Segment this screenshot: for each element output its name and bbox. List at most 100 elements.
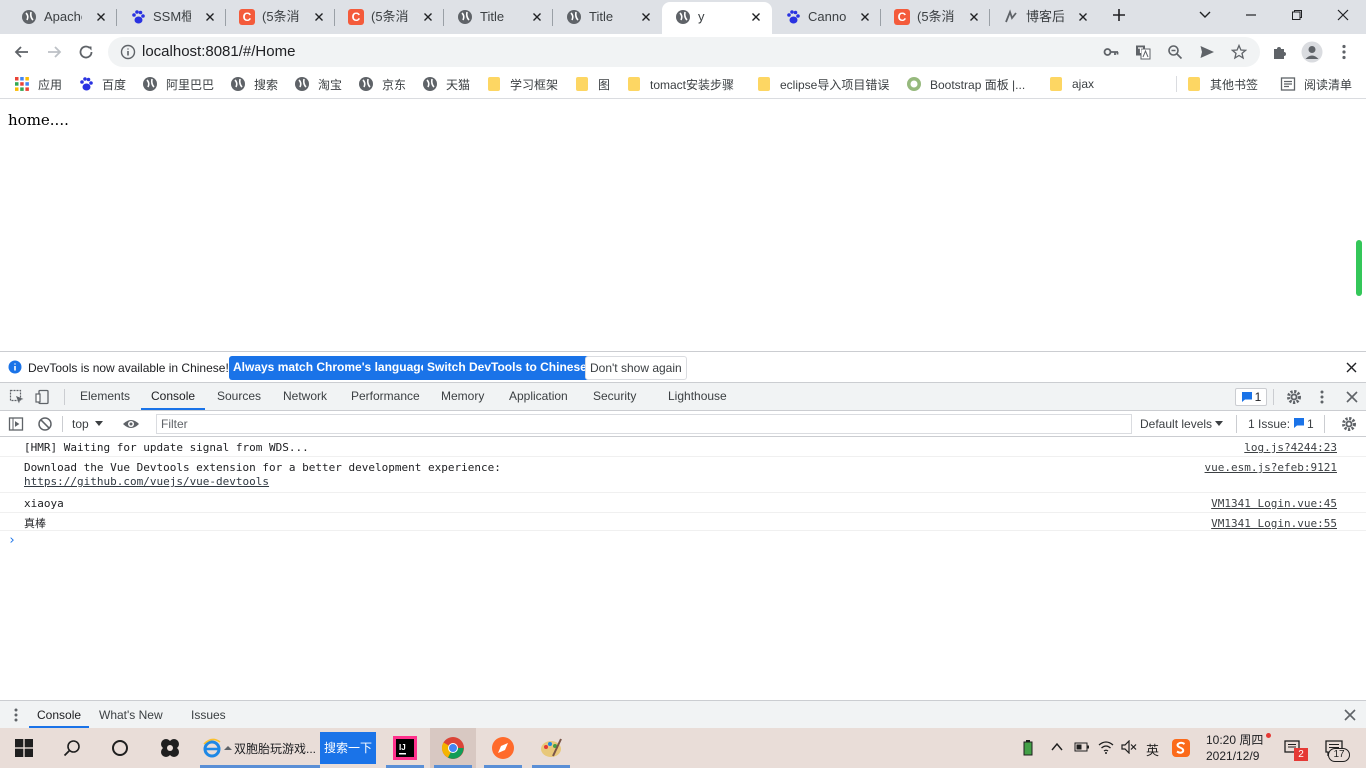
bookmark-jd[interactable]: 京东: [358, 75, 406, 93]
close-window-button[interactable]: [1320, 0, 1366, 30]
switch-language-button[interactable]: Switch DevTools to Chinese: [423, 356, 591, 380]
bookmark-folder[interactable]: ajax: [1048, 75, 1094, 93]
filter-input[interactable]: Filter: [156, 414, 1132, 434]
taskbar-app-orange[interactable]: [480, 728, 526, 768]
issues-counter[interactable]: 1: [1235, 388, 1267, 406]
gear-icon[interactable]: [1341, 416, 1357, 432]
sidebar-toggle-icon[interactable]: [8, 416, 24, 432]
bookmark-folder[interactable]: 学习框架: [486, 75, 558, 93]
drawer-tab-whats-new[interactable]: What's New: [99, 701, 163, 729]
close-icon[interactable]: [638, 9, 654, 25]
ime-indicator[interactable]: 英: [1146, 740, 1159, 759]
other-bookmarks[interactable]: 其他书签: [1186, 75, 1258, 93]
tab-search-button[interactable]: [1182, 0, 1228, 30]
system-clock[interactable]: 10:20 周四 2021/12/9: [1206, 732, 1263, 764]
device-toolbar-icon[interactable]: [34, 388, 52, 406]
forward-button[interactable]: [40, 38, 68, 66]
browser-tab[interactable]: Title: [444, 0, 553, 34]
close-icon[interactable]: [1075, 9, 1091, 25]
info-icon[interactable]: [120, 44, 136, 60]
star-icon[interactable]: [1231, 44, 1247, 60]
back-button[interactable]: [8, 38, 36, 66]
browser-tab[interactable]: Title: [553, 0, 662, 34]
browser-tab[interactable]: SSM框架: [117, 0, 226, 34]
browser-tab[interactable]: C (5条消息: [881, 0, 990, 34]
url-text[interactable]: localhost:8081/#/Home: [142, 44, 295, 60]
close-icon[interactable]: [529, 9, 545, 25]
close-icon[interactable]: [420, 9, 436, 25]
profile-button[interactable]: [1298, 38, 1326, 66]
taskbar-window-title[interactable]: 双胞胎玩游戏...: [234, 740, 316, 757]
log-source-link[interactable]: vue.esm.js?efeb:9121: [1205, 461, 1337, 475]
caret-down-icon[interactable]: [95, 420, 103, 428]
key-icon[interactable]: [1103, 44, 1119, 60]
browser-tab[interactable]: Apache: [8, 0, 117, 34]
bookmark-bootstrap[interactable]: Bootstrap 面板 |...: [906, 75, 1025, 93]
taskbar-search-button[interactable]: [48, 728, 96, 768]
menu-button[interactable]: [1330, 38, 1358, 66]
tab-application[interactable]: Application: [509, 383, 568, 410]
translate-icon[interactable]: [1135, 44, 1151, 60]
close-icon[interactable]: [857, 9, 873, 25]
start-button[interactable]: [0, 728, 48, 768]
caret-down-icon[interactable]: [1215, 420, 1223, 428]
sogou-ime-icon[interactable]: [1172, 739, 1190, 757]
chevron-up-icon[interactable]: [1050, 740, 1064, 754]
kebab-menu-icon[interactable]: [1313, 388, 1331, 406]
extensions-button[interactable]: [1266, 38, 1294, 66]
close-icon[interactable]: [1344, 709, 1356, 721]
new-tab-button[interactable]: [1104, 0, 1134, 30]
close-icon[interactable]: [748, 9, 764, 25]
browser-tab[interactable]: Cannot: [772, 0, 881, 34]
browser-tab[interactable]: 博客后台: [990, 0, 1099, 34]
browser-tab[interactable]: C (5条消息: [335, 0, 444, 34]
bookmark-search[interactable]: 搜索: [230, 75, 278, 93]
eye-icon[interactable]: [122, 416, 140, 432]
log-source-link[interactable]: VM1341 Login.vue:45: [1211, 497, 1337, 511]
tab-console[interactable]: Console: [141, 383, 206, 410]
taskbar-chrome[interactable]: [430, 728, 476, 768]
kebab-menu-icon[interactable]: [14, 708, 18, 722]
restore-button[interactable]: [1274, 0, 1320, 30]
log-levels-selector[interactable]: Default levels: [1140, 416, 1212, 432]
gear-icon[interactable]: [1285, 388, 1303, 406]
close-icon[interactable]: [311, 9, 327, 25]
bookmark-baidu[interactable]: 百度: [78, 75, 126, 93]
bookmark-taobao[interactable]: 淘宝: [294, 75, 342, 93]
tab-security[interactable]: Security: [593, 383, 636, 410]
battery-tray-icon[interactable]: [1022, 740, 1034, 756]
task-view-button[interactable]: [96, 728, 144, 768]
battery-icon[interactable]: [1074, 741, 1090, 753]
send-icon[interactable]: [1199, 44, 1215, 60]
drawer-tab-console[interactable]: Console: [29, 701, 90, 728]
context-selector[interactable]: top: [72, 416, 89, 432]
volume-muted-icon[interactable]: [1121, 740, 1137, 754]
inspect-element-icon[interactable]: [8, 388, 26, 406]
issues-link[interactable]: 1 Issue:: [1248, 416, 1290, 432]
wifi-icon[interactable]: [1098, 740, 1114, 754]
close-icon[interactable]: [1346, 362, 1357, 373]
bookmark-tmall[interactable]: 天猫: [422, 75, 470, 93]
bookmark-folder[interactable]: tomact安装步骤: [626, 75, 734, 93]
log-source-link[interactable]: log.js?4244:23: [1244, 441, 1337, 455]
close-icon[interactable]: [93, 9, 109, 25]
taskbar-intellij[interactable]: IJ: [382, 728, 428, 768]
tab-network[interactable]: Network: [283, 383, 327, 410]
match-language-button[interactable]: Always match Chrome's language: [229, 356, 432, 380]
taskbar-web-search-button[interactable]: 搜索一下: [320, 732, 376, 764]
console-prompt[interactable]: ›: [8, 533, 16, 548]
zoom-icon[interactable]: [1167, 44, 1183, 60]
minimize-button[interactable]: [1228, 0, 1274, 30]
close-icon[interactable]: [202, 9, 218, 25]
clear-console-icon[interactable]: [37, 416, 53, 432]
vue-devtools-link[interactable]: https://github.com/vuejs/vue-devtools: [24, 475, 269, 488]
scroll-indicator[interactable]: [1356, 240, 1362, 296]
browser-tab-active[interactable]: y: [662, 2, 772, 34]
tab-memory[interactable]: Memory: [441, 383, 484, 410]
browser-tab[interactable]: C (5条消息: [226, 0, 335, 34]
reading-list[interactable]: 阅读清单: [1280, 75, 1352, 93]
bookmark-folder[interactable]: eclipse导入项目错误: [756, 75, 889, 93]
tab-performance[interactable]: Performance: [351, 383, 420, 410]
bookmark-folder[interactable]: 图: [574, 75, 610, 93]
tab-sources[interactable]: Sources: [217, 383, 261, 410]
